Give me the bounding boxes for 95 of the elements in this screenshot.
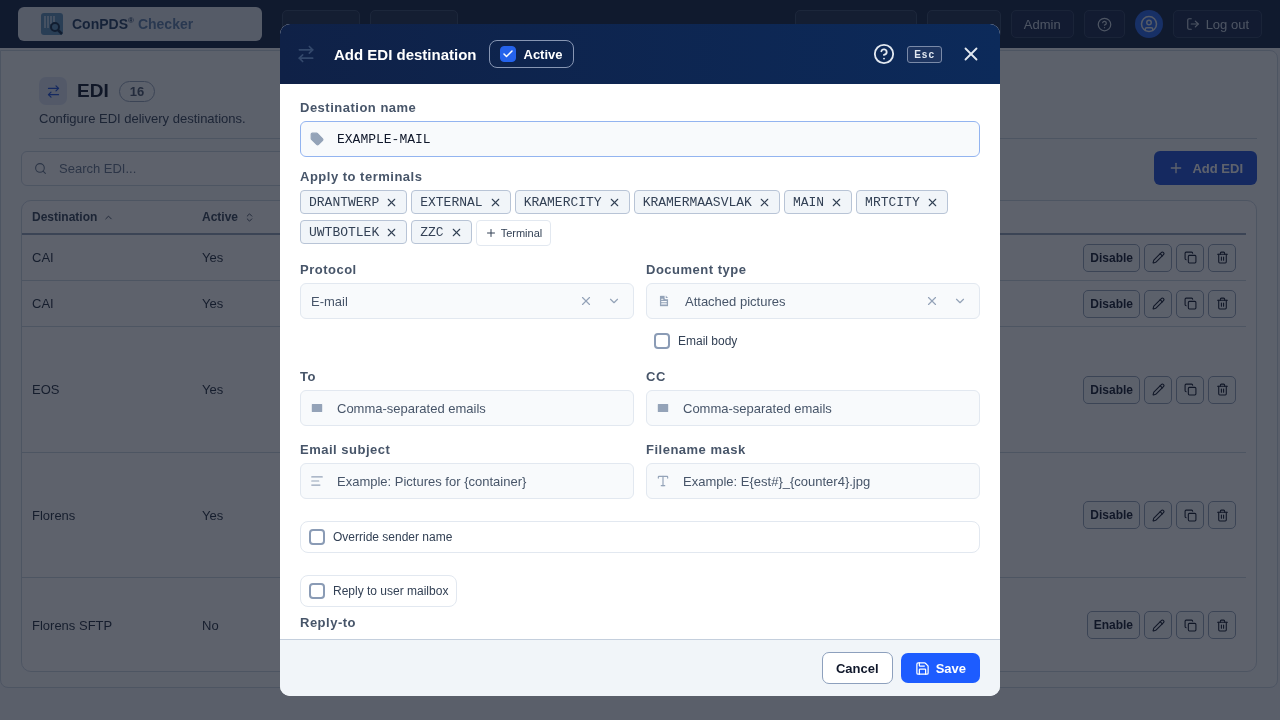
- edit-button[interactable]: [1144, 611, 1172, 639]
- user-icon: [1139, 15, 1158, 33]
- plus-icon: [484, 227, 497, 239]
- reply-to-mailbox-option[interactable]: Reply to user mailbox: [300, 575, 458, 607]
- delete-button[interactable]: [1208, 375, 1236, 404]
- table-cell-text: CAI: [31, 250, 55, 265]
- copy-button[interactable]: [1176, 501, 1204, 529]
- brand-name: ConPDS$^{®}$: [72, 16, 134, 32]
- pencil-icon: [1151, 297, 1165, 310]
- terminal-tag[interactable]: UWTBOTLEK: [300, 220, 408, 244]
- save-button[interactable]: Save: [900, 653, 980, 683]
- field-label: Document type: [646, 262, 748, 277]
- copy-button[interactable]: [1176, 243, 1204, 272]
- edit-button[interactable]: [1144, 289, 1172, 318]
- save-icon: [914, 660, 930, 676]
- exchange-icon: [296, 44, 316, 64]
- checkbox[interactable]: [309, 529, 325, 545]
- delete-button[interactable]: [1208, 501, 1236, 529]
- table-cell-text: Florens SFTP: [31, 617, 114, 633]
- pencil-icon: [1151, 383, 1165, 396]
- table-cell-text: EOS: [31, 382, 61, 397]
- terminal-tag[interactable]: MAIN: [783, 190, 853, 214]
- check-icon: [501, 48, 514, 60]
- add-terminal-button[interactable]: Terminal: [475, 220, 552, 246]
- copy-icon: [1183, 383, 1197, 396]
- table-cell-text: CAI: [31, 296, 55, 311]
- tag-icon: [310, 132, 324, 146]
- edit-button[interactable]: [1144, 375, 1172, 404]
- copy-button[interactable]: [1176, 375, 1204, 404]
- edit-button[interactable]: [1144, 243, 1172, 272]
- copy-icon: [1183, 508, 1197, 522]
- page-title: EDI: [77, 80, 109, 102]
- delete-button[interactable]: [1208, 243, 1236, 272]
- field-label: To: [300, 369, 317, 384]
- email-body-option[interactable]: Email body: [654, 333, 980, 349]
- field-label: CC: [646, 369, 667, 384]
- trash-icon: [1215, 508, 1229, 522]
- input-field[interactable]: Example: E{est#}_{counter4}.jpg: [646, 463, 980, 499]
- terminal-tag[interactable]: KRAMERMAASVLAK: [633, 190, 780, 214]
- trash-icon: [1215, 383, 1229, 396]
- logout-icon: [1185, 17, 1200, 31]
- copy-icon: [1183, 618, 1197, 632]
- search-icon: [34, 162, 47, 175]
- help-icon: [1096, 16, 1112, 32]
- trash-icon: [1215, 618, 1229, 632]
- copy-icon: [1183, 251, 1197, 264]
- checkbox[interactable]: [499, 46, 516, 62]
- copy-button[interactable]: [1176, 611, 1204, 639]
- table-cell-text: Yes: [201, 382, 225, 397]
- field-label: Apply to terminals: [300, 169, 424, 184]
- copy-icon: [1183, 297, 1197, 310]
- delete-button[interactable]: [1208, 611, 1236, 639]
- delete-button[interactable]: [1208, 289, 1236, 318]
- clear-icon: [925, 294, 939, 308]
- checkbox[interactable]: [309, 583, 325, 599]
- terminal-tag[interactable]: EXTERNAL: [411, 190, 511, 214]
- user-avatar[interactable]: [1134, 10, 1163, 38]
- input-field[interactable]: Comma-separated emails: [646, 390, 980, 426]
- edit-button[interactable]: [1144, 501, 1172, 529]
- pencil-icon: [1151, 618, 1165, 632]
- trash-icon: [1215, 251, 1229, 264]
- override-sender-option[interactable]: Override sender name: [300, 521, 980, 553]
- table-cell-text: Yes: [201, 250, 225, 265]
- text-lines-icon: [310, 474, 324, 488]
- dialog-title: Add EDI destination: [334, 45, 477, 63]
- clear-icon: [579, 294, 593, 308]
- input-field[interactable]: EXAMPLE-MAIL: [300, 121, 980, 157]
- pencil-icon: [1151, 508, 1165, 522]
- exchange-icon: [39, 77, 67, 105]
- terminal-tag[interactable]: ZZC: [411, 220, 472, 244]
- document-icon: [657, 294, 671, 308]
- field-label: Reply-to: [300, 615, 357, 630]
- terminal-tag[interactable]: MRTCITY: [856, 190, 948, 214]
- table-cell-text: No: [201, 617, 220, 633]
- table-cell-text: Florens: [31, 507, 77, 523]
- magnifier-logo-icon: [40, 12, 64, 36]
- protocol-select[interactable]: E-mail: [300, 283, 634, 319]
- terminal-tag[interactable]: KRAMERCITY: [514, 190, 630, 214]
- field-label: Protocol: [300, 262, 358, 277]
- field-label: Filename mask: [646, 442, 747, 457]
- copy-button[interactable]: [1176, 289, 1204, 318]
- trash-icon: [1215, 297, 1229, 310]
- field-label: Email subject: [300, 442, 392, 457]
- input-field[interactable]: Comma-separated emails: [300, 390, 634, 426]
- document-type-select[interactable]: Attached pictures: [646, 283, 980, 319]
- table-cell-text: Yes: [201, 296, 225, 311]
- terminal-tag[interactable]: DRANTWERP: [300, 190, 408, 214]
- text-type-icon: [656, 474, 670, 488]
- checkbox[interactable]: [654, 333, 670, 349]
- cancel-button[interactable]: Cancel: [822, 652, 893, 684]
- pencil-icon: [1151, 251, 1165, 264]
- input-field[interactable]: Example: Pictures for {container}: [300, 463, 634, 499]
- active-toggle[interactable]: Active: [488, 40, 574, 68]
- table-cell-text: Yes: [201, 507, 225, 523]
- esc-key-hint: Esc: [907, 45, 942, 63]
